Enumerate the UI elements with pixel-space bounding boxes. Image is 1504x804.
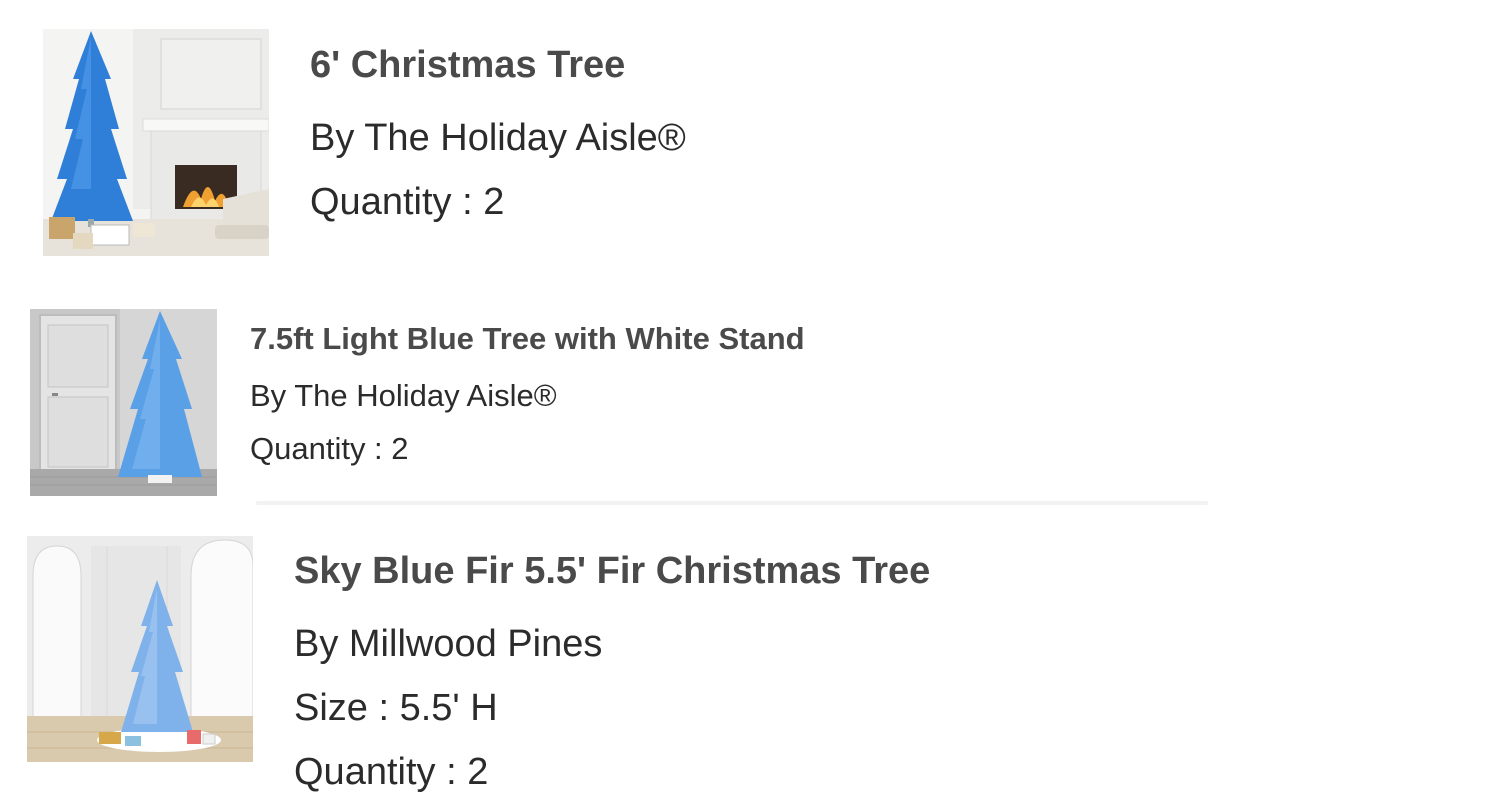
christmas-tree-fireplace-image: [43, 29, 269, 256]
product-image-7-5ft-light-blue-tree[interactable]: [30, 309, 217, 496]
item-details: 7.5ft Light Blue Tree with White Stand B…: [250, 320, 805, 475]
sky-blue-fir-room-image: [27, 536, 253, 762]
product-brand: By The Holiday Aisle®: [310, 117, 686, 159]
product-title[interactable]: 6' Christmas Tree: [310, 42, 686, 88]
product-image-sky-blue-fir[interactable]: [27, 536, 253, 762]
item-details: Sky Blue Fir 5.5' Fir Christmas Tree By …: [294, 548, 930, 804]
product-image-6ft-christmas-tree[interactable]: [43, 29, 269, 256]
light-blue-tree-door-image: [30, 309, 217, 496]
product-brand: By The Holiday Aisle®: [250, 378, 557, 413]
product-title[interactable]: 7.5ft Light Blue Tree with White Stand: [250, 320, 805, 358]
product-quantity: Quantity : 2: [294, 751, 489, 793]
item-details: 6' Christmas Tree By The Holiday Aisle® …: [310, 42, 686, 234]
product-quantity: Quantity : 2: [310, 181, 505, 223]
product-title[interactable]: Sky Blue Fir 5.5' Fir Christmas Tree: [294, 548, 930, 594]
item-divider: [256, 501, 1208, 505]
product-size: Size : 5.5' H: [294, 687, 498, 729]
product-brand: By Millwood Pines: [294, 623, 603, 665]
product-quantity: Quantity : 2: [250, 431, 409, 466]
